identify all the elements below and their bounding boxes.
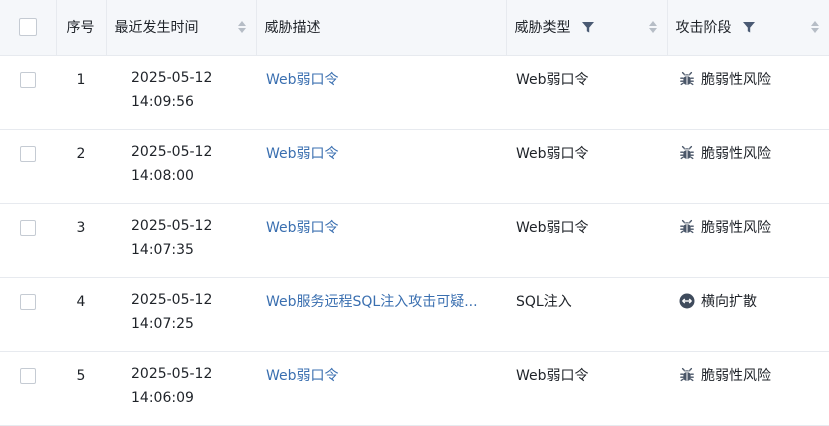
row-type: Web弱口令 bbox=[506, 351, 667, 426]
row-select-cell bbox=[0, 351, 56, 426]
row-checkbox[interactable] bbox=[20, 219, 36, 236]
row-desc-cell: Web服务远程SQL注入攻击可疑... bbox=[256, 277, 506, 352]
row-checkbox[interactable] bbox=[20, 367, 36, 384]
row-select-cell bbox=[0, 277, 56, 352]
header-type: 威胁类型 bbox=[506, 0, 668, 56]
threat-desc-link[interactable]: Web弱口令 bbox=[266, 143, 494, 163]
row-time: 2025-05-12 14:09:56 bbox=[106, 55, 256, 130]
row-date: 2025-05-12 bbox=[131, 143, 213, 160]
row-time: 2025-05-12 14:07:25 bbox=[106, 277, 256, 352]
row-type: Web弱口令 bbox=[506, 55, 667, 130]
row-desc-cell: Web弱口令 bbox=[256, 351, 506, 426]
row-desc-cell: Web弱口令 bbox=[256, 203, 506, 278]
stage-tag: 脆弱性风险 bbox=[679, 143, 771, 163]
row-seq: 5 bbox=[56, 351, 106, 426]
sort-icon[interactable] bbox=[237, 21, 246, 34]
row-checkbox[interactable] bbox=[20, 145, 36, 162]
row-checkbox[interactable] bbox=[20, 71, 36, 88]
row-date: 2025-05-12 bbox=[131, 69, 213, 86]
header-time-label: 最近发生时间 bbox=[114, 20, 199, 37]
stage-label: 横向扩散 bbox=[701, 293, 757, 310]
table-row[interactable]: 3 2025-05-12 14:07:35 Web弱口令 Web弱口令 脆弱性风… bbox=[0, 203, 829, 278]
row-clock: 14:08:00 bbox=[131, 167, 194, 184]
threat-table: 序号 最近发生时间 威胁描述 威胁类型 攻击阶段 1 2025-05-12 14… bbox=[0, 0, 829, 426]
row-seq: 3 bbox=[56, 203, 106, 278]
row-time: 2025-05-12 14:07:35 bbox=[106, 203, 256, 278]
row-seq: 4 bbox=[56, 277, 106, 352]
header-time[interactable]: 最近发生时间 bbox=[106, 0, 257, 56]
row-date: 2025-05-12 bbox=[131, 365, 213, 382]
threat-desc-link[interactable]: Web弱口令 bbox=[266, 365, 494, 385]
table-header: 序号 最近发生时间 威胁描述 威胁类型 攻击阶段 bbox=[0, 0, 829, 56]
row-desc-cell: Web弱口令 bbox=[256, 55, 506, 130]
stage-tag: 脆弱性风险 bbox=[679, 69, 771, 89]
bug-icon bbox=[680, 367, 694, 381]
stage-label: 脆弱性风险 bbox=[701, 71, 771, 88]
header-stage-label: 攻击阶段 bbox=[675, 20, 732, 37]
row-select-cell bbox=[0, 203, 56, 278]
filter-icon[interactable] bbox=[581, 20, 595, 34]
lateral-movement-icon bbox=[679, 293, 695, 308]
row-checkbox[interactable] bbox=[20, 293, 36, 310]
stage-label: 脆弱性风险 bbox=[701, 219, 771, 236]
row-select-cell bbox=[0, 55, 56, 130]
header-desc-label: 威胁描述 bbox=[264, 20, 321, 37]
header-seq: 序号 bbox=[56, 0, 107, 56]
header-select-all-cell bbox=[0, 0, 57, 56]
header-stage: 攻击阶段 bbox=[667, 0, 829, 56]
bug-icon bbox=[680, 219, 694, 233]
table-row[interactable]: 4 2025-05-12 14:07:25 Web服务远程SQL注入攻击可疑..… bbox=[0, 277, 829, 352]
row-select-cell bbox=[0, 129, 56, 204]
stage-tag: 横向扩散 bbox=[679, 291, 757, 311]
row-date: 2025-05-12 bbox=[131, 291, 213, 308]
row-stage-cell: 脆弱性风险 bbox=[667, 203, 829, 278]
row-clock: 14:07:25 bbox=[131, 315, 194, 332]
select-all-checkbox[interactable] bbox=[18, 18, 37, 37]
row-stage-cell: 横向扩散 bbox=[667, 277, 829, 352]
table-row[interactable]: 5 2025-05-12 14:06:09 Web弱口令 Web弱口令 脆弱性风… bbox=[0, 351, 829, 426]
row-seq: 1 bbox=[56, 55, 106, 130]
bug-icon bbox=[680, 71, 694, 85]
row-stage-cell: 脆弱性风险 bbox=[667, 351, 829, 426]
stage-tag: 脆弱性风险 bbox=[679, 217, 771, 237]
sort-icon[interactable] bbox=[648, 21, 657, 34]
stage-label: 脆弱性风险 bbox=[701, 145, 771, 162]
sort-icon[interactable] bbox=[810, 21, 819, 34]
row-stage-cell: 脆弱性风险 bbox=[667, 129, 829, 204]
row-type: Web弱口令 bbox=[506, 203, 667, 278]
row-time: 2025-05-12 14:06:09 bbox=[106, 351, 256, 426]
row-seq: 2 bbox=[56, 129, 106, 204]
row-type: Web弱口令 bbox=[506, 129, 667, 204]
row-clock: 14:06:09 bbox=[131, 389, 194, 406]
threat-desc-link[interactable]: Web弱口令 bbox=[266, 69, 494, 89]
table-body: 1 2025-05-12 14:09:56 Web弱口令 Web弱口令 脆弱性风… bbox=[0, 55, 829, 426]
row-clock: 14:09:56 bbox=[131, 93, 194, 110]
threat-desc-link[interactable]: Web服务远程SQL注入攻击可疑... bbox=[266, 291, 494, 311]
row-type: SQL注入 bbox=[506, 277, 667, 352]
table-row[interactable]: 2 2025-05-12 14:08:00 Web弱口令 Web弱口令 脆弱性风… bbox=[0, 129, 829, 204]
header-type-label: 威胁类型 bbox=[514, 20, 571, 37]
row-clock: 14:07:35 bbox=[131, 241, 194, 258]
header-row: 序号 最近发生时间 威胁描述 威胁类型 攻击阶段 bbox=[0, 0, 829, 56]
stage-tag: 脆弱性风险 bbox=[679, 365, 771, 385]
header-seq-label: 序号 bbox=[66, 20, 95, 37]
row-time: 2025-05-12 14:08:00 bbox=[106, 129, 256, 204]
row-date: 2025-05-12 bbox=[131, 217, 213, 234]
threat-desc-link[interactable]: Web弱口令 bbox=[266, 217, 494, 237]
bug-icon bbox=[680, 145, 694, 159]
header-desc: 威胁描述 bbox=[256, 0, 507, 56]
row-stage-cell: 脆弱性风险 bbox=[667, 55, 829, 130]
row-desc-cell: Web弱口令 bbox=[256, 129, 506, 204]
filter-icon[interactable] bbox=[742, 20, 756, 34]
stage-label: 脆弱性风险 bbox=[701, 367, 771, 384]
table-row[interactable]: 1 2025-05-12 14:09:56 Web弱口令 Web弱口令 脆弱性风… bbox=[0, 55, 829, 130]
